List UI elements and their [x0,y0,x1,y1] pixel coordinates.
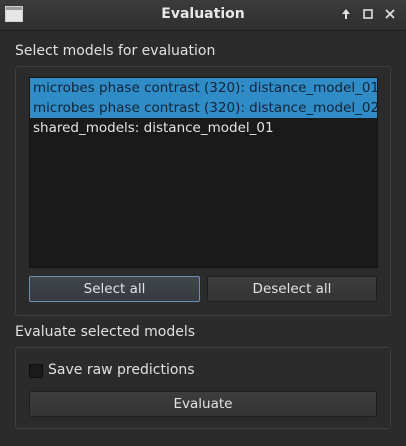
save-raw-predictions-label[interactable]: Save raw predictions [48,362,195,378]
evaluate-models-heading: Evaluate selected models [15,324,196,340]
save-raw-predictions-checkbox[interactable] [29,364,43,378]
maximize-icon[interactable] [358,4,378,24]
list-item[interactable]: microbes phase contrast (320): distance_… [30,98,379,118]
title-bar[interactable]: Evaluation [0,0,406,31]
select-all-button[interactable]: Select all [29,276,200,302]
list-item[interactable]: shared_models: distance_model_01 [30,118,377,138]
select-models-heading: Select models for evaluation [15,43,216,59]
models-list[interactable]: microbes phase contrast (320): distance_… [29,77,379,268]
close-icon[interactable] [380,4,400,24]
list-item[interactable]: microbes phase contrast (320): distance_… [30,78,379,98]
deselect-all-button[interactable]: Deselect all [207,276,377,302]
evaluate-button[interactable]: Evaluate [29,391,377,417]
arrow-up-icon[interactable] [336,4,356,24]
